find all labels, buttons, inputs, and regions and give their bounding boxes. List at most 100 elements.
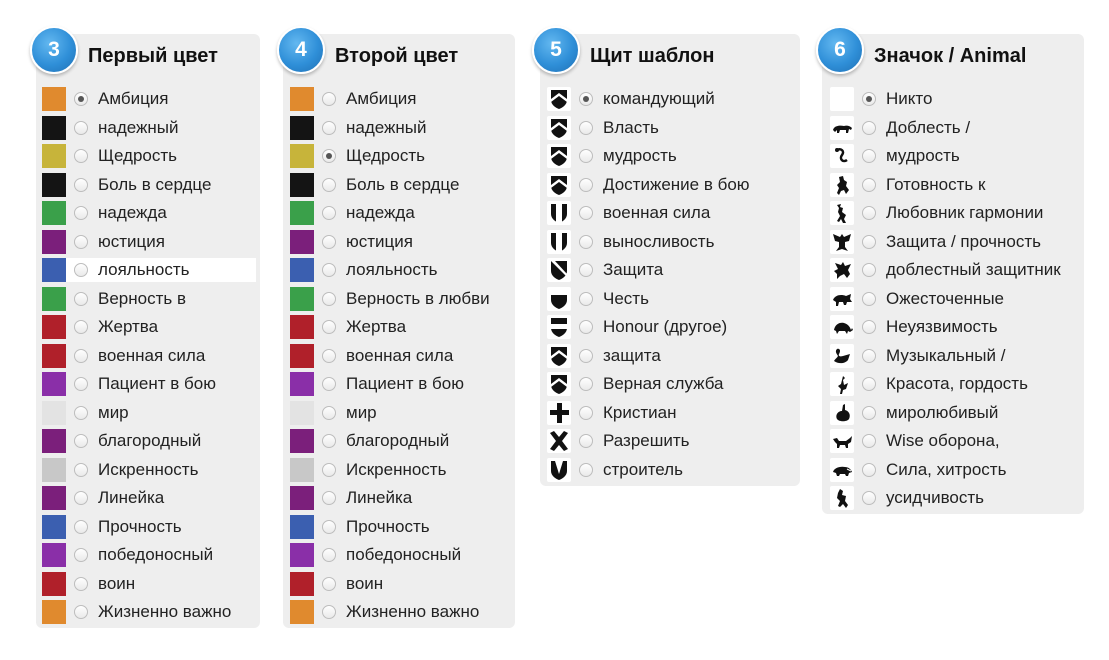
option-radio[interactable] [579, 92, 593, 106]
option-label[interactable]: Прочность [346, 515, 430, 539]
option-row[interactable]: благородный [42, 429, 256, 453]
option-label[interactable]: надежный [346, 116, 427, 140]
option-radio[interactable] [74, 92, 88, 106]
option-label[interactable]: юстиция [346, 230, 413, 254]
option-row[interactable]: лояльность [42, 258, 256, 282]
color-swatch[interactable] [42, 458, 66, 482]
option-label[interactable]: усидчивость [886, 486, 984, 510]
color-swatch[interactable] [290, 401, 314, 425]
shield-cross-icon[interactable] [547, 401, 571, 425]
option-radio[interactable] [862, 292, 876, 306]
option-radio[interactable] [74, 434, 88, 448]
option-row[interactable]: Красота, гордость [830, 372, 1080, 396]
color-swatch[interactable] [42, 315, 66, 339]
option-label[interactable]: Любовник гармонии [886, 201, 1043, 225]
color-swatch[interactable] [290, 429, 314, 453]
bear-icon[interactable] [830, 116, 854, 140]
option-label[interactable]: Амбиция [346, 87, 417, 111]
option-row[interactable]: Жизненно важно [290, 600, 511, 624]
option-radio[interactable] [74, 406, 88, 420]
option-row[interactable]: лояльность [290, 258, 511, 282]
option-row[interactable]: военная сила [290, 344, 511, 368]
option-label[interactable]: лояльность [346, 258, 438, 282]
color-swatch[interactable] [290, 486, 314, 510]
option-radio[interactable] [322, 463, 336, 477]
color-swatch[interactable] [290, 87, 314, 111]
option-row[interactable]: Кристиан [547, 401, 796, 425]
option-row[interactable]: Пациент в бою [42, 372, 256, 396]
shield-chevron-icon[interactable] [547, 173, 571, 197]
color-swatch[interactable] [42, 201, 66, 225]
option-radio[interactable] [579, 406, 593, 420]
option-row[interactable]: Любовник гармонии [830, 201, 1080, 225]
option-label[interactable]: Достижение в бою [603, 173, 750, 197]
option-label[interactable]: защита [603, 344, 661, 368]
option-row[interactable]: военная сила [42, 344, 256, 368]
color-swatch[interactable] [42, 543, 66, 567]
option-row[interactable]: Готовность к [830, 173, 1080, 197]
option-label[interactable]: Жизненно важно [98, 600, 231, 624]
option-row[interactable]: Жизненно важно [42, 600, 256, 624]
option-radio[interactable] [862, 263, 876, 277]
option-row[interactable]: Музыкальный / [830, 344, 1080, 368]
option-radio[interactable] [579, 121, 593, 135]
option-radio[interactable] [74, 121, 88, 135]
color-swatch[interactable] [290, 230, 314, 254]
option-label[interactable]: лояльность [98, 258, 190, 282]
option-label[interactable]: Жизненно важно [346, 600, 479, 624]
option-radio[interactable] [579, 377, 593, 391]
option-label[interactable]: Власть [603, 116, 659, 140]
option-row[interactable]: Линейка [42, 486, 256, 510]
option-radio[interactable] [74, 463, 88, 477]
option-radio[interactable] [322, 605, 336, 619]
option-row[interactable]: Жертва [42, 315, 256, 339]
color-swatch[interactable] [42, 486, 66, 510]
option-row[interactable]: Искренность [42, 458, 256, 482]
color-swatch[interactable] [290, 201, 314, 225]
option-label[interactable]: победоносный [346, 543, 461, 567]
option-row[interactable]: мудрость [547, 144, 796, 168]
option-label[interactable]: воин [98, 572, 135, 596]
option-label[interactable]: Честь [603, 287, 649, 311]
color-swatch[interactable] [290, 572, 314, 596]
option-radio[interactable] [322, 377, 336, 391]
color-swatch[interactable] [290, 144, 314, 168]
option-row[interactable]: командующий [547, 87, 796, 111]
color-swatch[interactable] [42, 287, 66, 311]
option-label[interactable]: Прочность [98, 515, 182, 539]
color-swatch[interactable] [290, 173, 314, 197]
option-label[interactable]: Верность в [98, 287, 186, 311]
option-row[interactable]: мир [42, 401, 256, 425]
option-radio[interactable] [579, 463, 593, 477]
tortoise-icon[interactable] [830, 315, 854, 339]
option-label[interactable]: Неуязвимость [886, 315, 998, 339]
option-label[interactable]: благородный [346, 429, 449, 453]
option-row[interactable]: юстиция [42, 230, 256, 254]
option-radio[interactable] [322, 434, 336, 448]
option-label[interactable]: мудрость [886, 144, 960, 168]
color-swatch[interactable] [290, 344, 314, 368]
option-label[interactable]: Боль в сердце [346, 173, 459, 197]
option-row[interactable]: выносливость [547, 230, 796, 254]
option-label[interactable]: строитель [603, 458, 683, 482]
color-swatch[interactable] [290, 372, 314, 396]
option-label[interactable]: Пациент в бою [346, 372, 464, 396]
fox-icon[interactable] [830, 429, 854, 453]
shield-chief-icon[interactable] [547, 287, 571, 311]
shield-pale-icon[interactable] [547, 201, 571, 225]
option-row[interactable]: юстиция [290, 230, 511, 254]
shield-pile-icon[interactable] [547, 458, 571, 482]
option-row[interactable]: Разрешить [547, 429, 796, 453]
option-radio[interactable] [322, 320, 336, 334]
option-row[interactable]: Прочность [290, 515, 511, 539]
option-radio[interactable] [862, 377, 876, 391]
color-swatch[interactable] [42, 372, 66, 396]
option-radio[interactable] [862, 320, 876, 334]
option-radio[interactable] [322, 206, 336, 220]
option-row[interactable]: Honour (другое) [547, 315, 796, 339]
option-row[interactable]: Верность в любви [290, 287, 511, 311]
option-radio[interactable] [862, 206, 876, 220]
option-radio[interactable] [322, 92, 336, 106]
option-label[interactable]: Жертва [346, 315, 406, 339]
color-swatch[interactable] [42, 144, 66, 168]
